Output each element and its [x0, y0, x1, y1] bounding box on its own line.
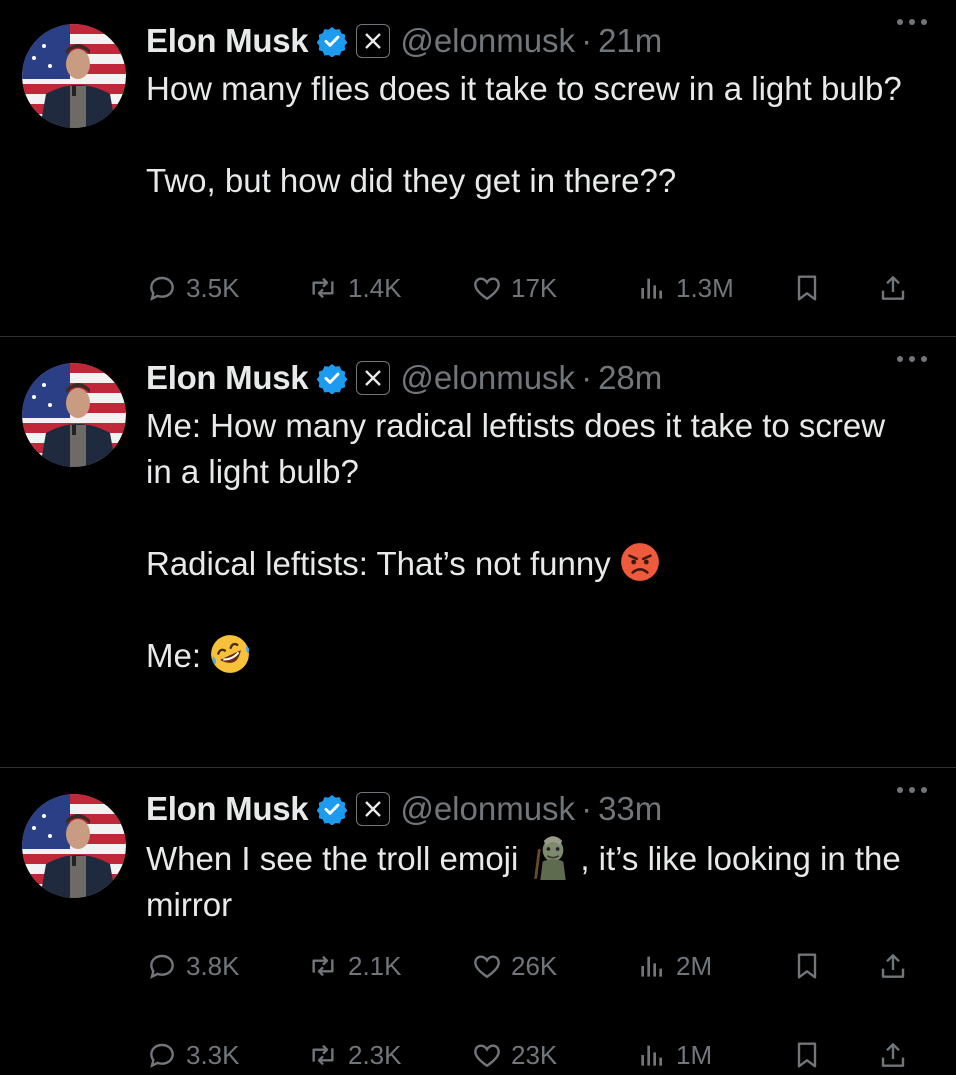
author-handle[interactable]: @elonmusk — [400, 359, 575, 397]
repost-button[interactable]: 2.1K — [306, 950, 471, 982]
timestamp[interactable]: 21m — [598, 22, 662, 60]
tweet-line: How many flies does it take to screw in … — [146, 70, 902, 107]
bookmark-icon — [797, 953, 817, 979]
author-name[interactable]: Elon Musk — [146, 22, 309, 60]
verified-badge-icon — [316, 27, 348, 57]
avatar[interactable] — [22, 363, 126, 467]
repost-icon — [312, 955, 334, 977]
reply-button[interactable]: 3.5K — [146, 272, 306, 304]
views-count: 1M — [676, 1039, 713, 1070]
tweet[interactable]: Elon Musk @elonmusk · 21m How many flies… — [0, 0, 956, 337]
action-bar: 3.8K 2.1K 26K 2M — [146, 946, 934, 986]
bookmark-button[interactable] — [791, 272, 877, 304]
tweet-text: When I see the troll emoji, it’s like lo… — [146, 834, 916, 928]
separator: · — [581, 359, 593, 396]
like-count: 26K — [511, 950, 558, 981]
author-handle[interactable]: @elonmusk — [400, 22, 575, 60]
tweet-line: Me: How many radical leftists does it ta… — [146, 407, 886, 490]
author-name[interactable]: Elon Musk — [146, 359, 309, 397]
share-icon — [881, 954, 905, 978]
repost-count: 1.4K — [348, 272, 402, 303]
more-icon[interactable] — [894, 349, 930, 369]
like-button[interactable]: 23K — [471, 1039, 636, 1071]
tweet-text: How many flies does it take to screw in … — [146, 66, 916, 204]
tweet-text: Me: How many radical leftists does it ta… — [146, 403, 916, 679]
troll-emoji — [534, 836, 566, 880]
bookmark-button[interactable] — [791, 1039, 877, 1071]
action-bar: 3.3K 2.3K 23K 1M — [146, 1035, 934, 1075]
reply-button[interactable]: 3.3K — [146, 1039, 306, 1071]
share-icon — [881, 1043, 905, 1067]
reply-count: 3.3K — [186, 1039, 240, 1070]
share-icon — [881, 276, 905, 300]
tweet-line-text: Radical leftists: That’s not funny — [146, 545, 611, 582]
separator: · — [581, 22, 593, 59]
bookmark-button[interactable] — [791, 950, 877, 982]
tweet-line: Me: — [146, 633, 916, 679]
more-icon[interactable] — [894, 780, 930, 800]
views-button[interactable]: 1.3M — [636, 272, 791, 304]
avatar[interactable] — [22, 24, 126, 128]
x-affiliate-icon — [356, 24, 391, 58]
share-button[interactable] — [877, 1039, 909, 1071]
like-count: 23K — [511, 1039, 558, 1070]
tweet-line: Radical leftists: That’s not funny — [146, 541, 916, 587]
views-button[interactable]: 2M — [636, 950, 791, 982]
repost-icon — [312, 277, 334, 299]
reply-count: 3.5K — [186, 272, 240, 303]
tweet[interactable]: Elon Musk @elonmusk · 28m Me: How many r… — [0, 337, 956, 1070]
views-button[interactable]: 1M — [636, 1039, 791, 1071]
tweet-line-text: When I see the troll emoji — [146, 840, 519, 877]
separator: · — [581, 790, 593, 827]
like-count: 17K — [511, 272, 558, 303]
reply-icon — [150, 276, 174, 301]
reply-icon — [150, 954, 174, 979]
tweet-header: Elon Musk @elonmusk · 21m — [146, 18, 936, 64]
rolling-on-floor-laughing-emoji — [211, 635, 250, 673]
tweet[interactable]: Elon Musk @elonmusk · 33m When I see the… — [0, 768, 956, 1000]
views-icon — [641, 1045, 662, 1066]
like-icon — [474, 1044, 500, 1068]
tweet-line: Two, but how did they get in there?? — [146, 162, 677, 199]
angry-face-emoji — [620, 543, 659, 581]
reply-button[interactable]: 3.8K — [146, 950, 306, 982]
tweet-line: When I see the troll emoji, it’s like lo… — [146, 834, 916, 928]
tweet-header: Elon Musk @elonmusk · 33m — [146, 786, 936, 832]
bookmark-icon — [797, 275, 817, 301]
timestamp[interactable]: 33m — [598, 790, 662, 828]
repost-count: 2.1K — [348, 950, 402, 981]
verified-badge-icon — [316, 364, 348, 394]
tweet-header: Elon Musk @elonmusk · 28m — [146, 355, 936, 401]
views-count: 1.3M — [676, 272, 734, 303]
action-bar: 3.5K 1.4K 17K 1.3M — [146, 268, 934, 308]
like-button[interactable]: 17K — [471, 272, 636, 304]
views-count: 2M — [676, 950, 713, 981]
repost-button[interactable]: 2.3K — [306, 1039, 471, 1071]
reply-icon — [150, 1043, 174, 1068]
repost-button[interactable]: 1.4K — [306, 272, 471, 304]
author-handle[interactable]: @elonmusk — [400, 790, 575, 828]
reply-count: 3.8K — [186, 950, 240, 981]
x-affiliate-icon — [356, 792, 391, 826]
like-icon — [474, 277, 500, 301]
avatar[interactable] — [22, 794, 126, 898]
tweet-line-text: Me: — [146, 637, 202, 674]
views-icon — [641, 278, 662, 299]
bookmark-icon — [797, 1042, 817, 1068]
like-icon — [474, 955, 500, 979]
views-icon — [641, 956, 662, 977]
share-button[interactable] — [877, 950, 909, 982]
verified-badge-icon — [316, 795, 348, 825]
repost-count: 2.3K — [348, 1039, 402, 1070]
like-button[interactable]: 26K — [471, 950, 636, 982]
repost-icon — [312, 1044, 334, 1066]
more-icon[interactable] — [894, 12, 930, 32]
author-name[interactable]: Elon Musk — [146, 790, 309, 828]
x-affiliate-icon — [356, 361, 391, 395]
timestamp[interactable]: 28m — [598, 359, 662, 397]
share-button[interactable] — [877, 272, 909, 304]
